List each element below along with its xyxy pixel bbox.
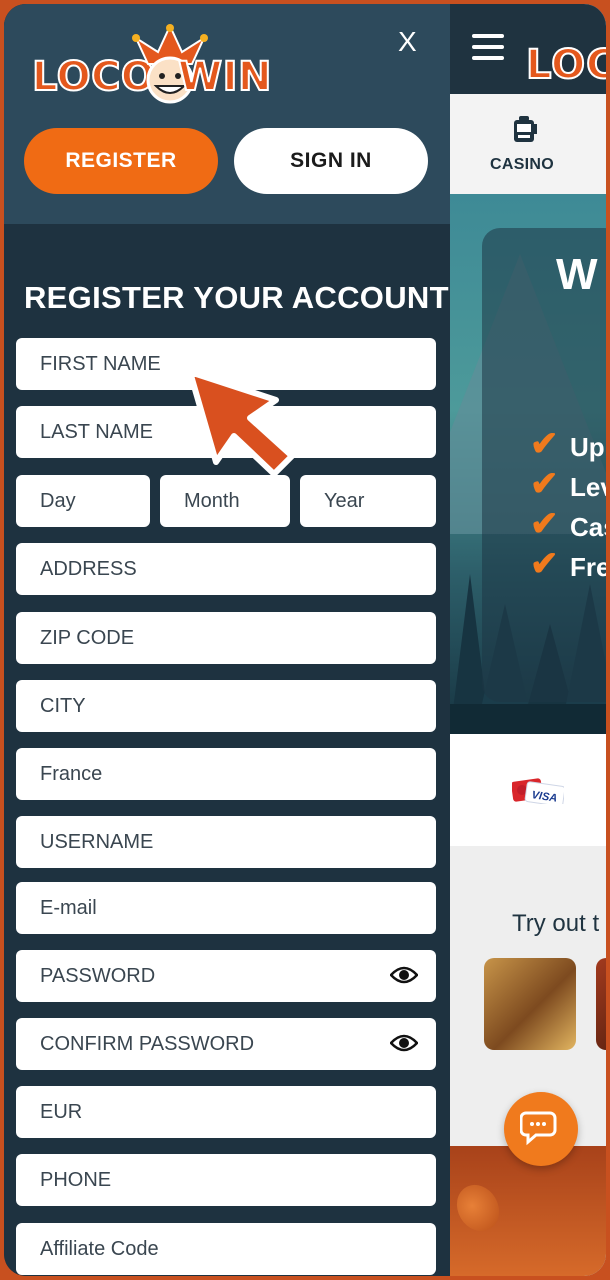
visa-card-icon: VISA: [512, 778, 564, 804]
form-title: REGISTER YOUR ACCOUNT: [24, 280, 449, 315]
coin-decoration: [448, 1177, 508, 1239]
affiliate-code-field[interactable]: Affiliate Code: [16, 1223, 436, 1275]
phone-field[interactable]: PHONE: [16, 1154, 436, 1206]
check-icon: ✔: [530, 465, 559, 503]
nav-casino-label: CASINO: [490, 156, 555, 173]
phone-frame: LOCO CASINO W ✔Up: [4, 4, 606, 1276]
confirm-password-placeholder: CONFIRM PASSWORD: [40, 1032, 255, 1055]
zip-code-field[interactable]: ZIP CODE: [16, 612, 436, 664]
email-field[interactable]: E-mail: [16, 882, 436, 934]
birth-day-field[interactable]: Day: [16, 475, 150, 527]
confirm-password-field[interactable]: CONFIRM PASSWORD: [16, 1018, 436, 1070]
logo[interactable]: LOCO WIN: [31, 24, 272, 108]
check-icon: ✔: [530, 425, 559, 463]
nav-casino[interactable]: CASINO: [450, 94, 606, 194]
game-thumbnail[interactable]: [484, 958, 576, 1050]
game-thumbnail[interactable]: [596, 958, 606, 1050]
check-icon: ✔: [530, 545, 559, 583]
city-field[interactable]: CITY: [16, 680, 436, 732]
register-button[interactable]: REGISTER: [24, 128, 218, 194]
payment-methods: VISA: [450, 734, 606, 846]
slot-machine-icon: [514, 116, 537, 142]
tryout-text: Try out t: [512, 910, 600, 937]
pointer-arrow-icon: [187, 369, 295, 477]
check-icon: ✔: [530, 505, 559, 543]
password-placeholder: PASSWORD: [40, 964, 156, 987]
background-page: LOCO CASINO W ✔Up: [448, 4, 606, 1276]
site-header: LOCO: [450, 4, 606, 94]
menu-icon[interactable]: [472, 34, 504, 60]
eye-icon[interactable]: [390, 965, 418, 985]
eye-icon[interactable]: [390, 1033, 418, 1053]
password-field[interactable]: PASSWORD: [16, 950, 436, 1002]
birth-year-field[interactable]: Year: [300, 475, 436, 527]
address-field[interactable]: ADDRESS: [16, 543, 436, 595]
hero-title: W: [556, 250, 598, 299]
hero-banner: W ✔Up ✔Lev ✔Cas ✔Fre: [450, 194, 606, 734]
drawer-header: LOCO WIN X REGISTER SIGN IN: [4, 4, 450, 224]
currency-select[interactable]: EUR: [16, 1086, 436, 1138]
country-select[interactable]: France: [16, 748, 436, 800]
signin-button[interactable]: SIGN IN: [234, 128, 428, 194]
bottom-banner: [448, 1146, 606, 1276]
chat-button[interactable]: [504, 1092, 578, 1166]
chat-icon: [520, 1111, 557, 1146]
registration-drawer: LOCO WIN X REGISTER SIGN IN REGISTER YOU…: [4, 4, 450, 1276]
username-field[interactable]: USERNAME: [16, 816, 436, 868]
site-logo[interactable]: LOCO: [525, 41, 606, 89]
close-icon[interactable]: X: [398, 26, 417, 58]
logo-text-win: WIN: [177, 53, 272, 101]
